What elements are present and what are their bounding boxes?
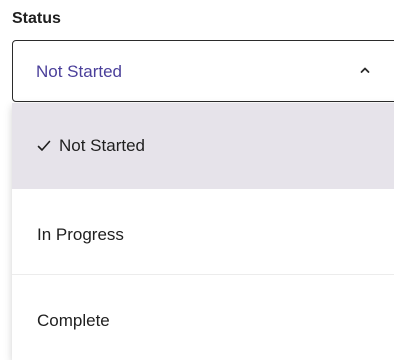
status-field: Status Not Started Not Started In Progre… xyxy=(0,0,394,360)
option-complete[interactable]: Complete xyxy=(12,275,394,360)
chevron-up-icon[interactable] xyxy=(359,64,371,76)
option-label: In Progress xyxy=(37,225,124,244)
field-label: Status xyxy=(12,10,61,27)
option-not-started[interactable]: Not Started xyxy=(12,103,394,189)
status-dropdown-menu: Not Started In Progress Complete xyxy=(12,103,394,360)
select-value: Not Started xyxy=(36,62,122,81)
checkmark-icon xyxy=(37,140,51,151)
option-in-progress[interactable]: In Progress xyxy=(12,189,394,275)
option-label: Not Started xyxy=(59,136,145,155)
status-select[interactable]: Not Started xyxy=(12,40,394,102)
option-label: Complete xyxy=(37,311,110,330)
